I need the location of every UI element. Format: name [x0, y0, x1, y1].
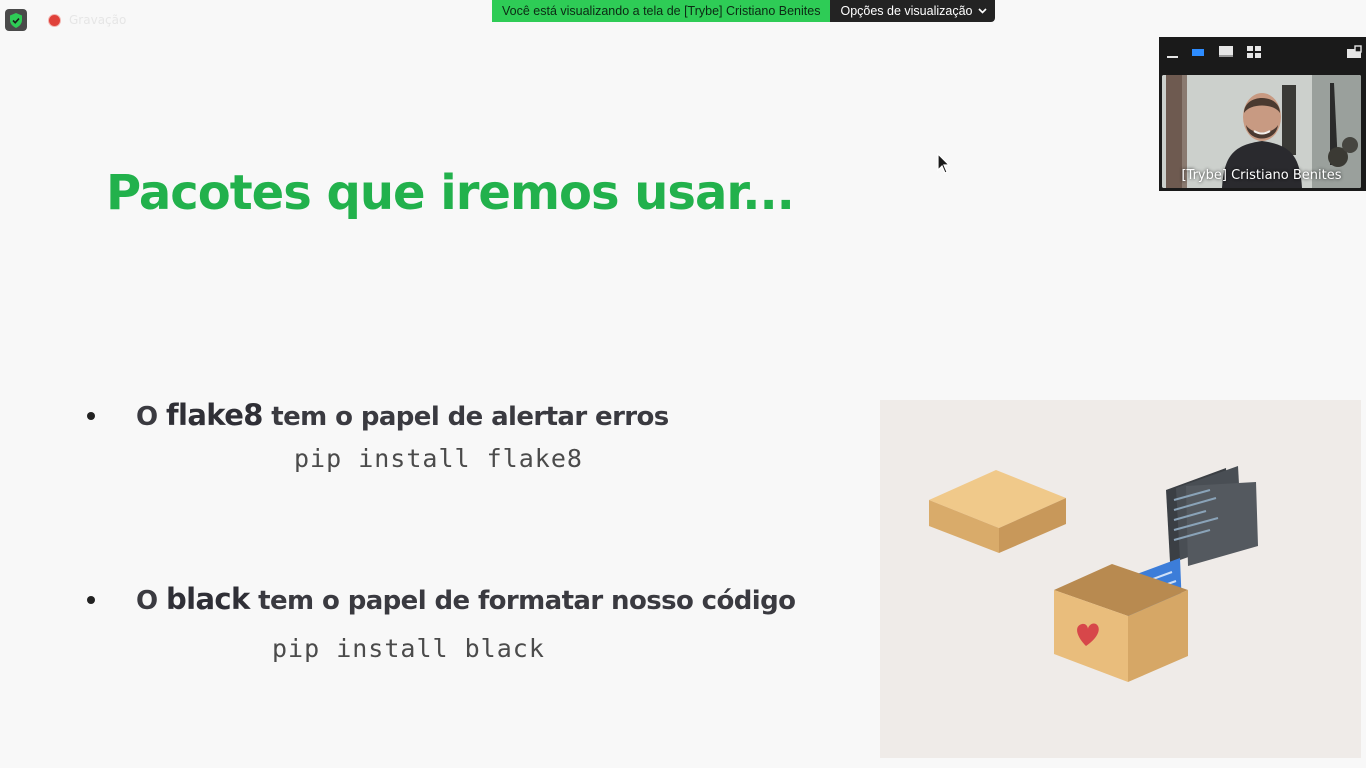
bullet-prefix: O [136, 586, 166, 616]
bullet-keyword: flake8 [165, 398, 263, 432]
bullet-marker-1 [87, 412, 95, 420]
share-notice: Você está visualizando a tela de [Trybe]… [492, 0, 831, 22]
participant-name: [Trybe] Cristiano Benites [1181, 168, 1342, 183]
slide-title: Pacotes que iremos usar... [106, 165, 795, 221]
package-boxes-icon [929, 466, 1258, 682]
view-options-label: Opções de visualização [840, 4, 973, 18]
install-command-black: pip install black [272, 634, 545, 663]
exit-floating-video-icon[interactable] [1346, 45, 1362, 59]
bullet-prefix: O [136, 402, 166, 432]
gallery-single-view-icon[interactable] [1218, 45, 1234, 59]
recording-label: Gravação [69, 13, 127, 27]
participant-video[interactable]: [Trybe] Cristiano Benites [1162, 75, 1361, 188]
view-options-button[interactable]: Opções de visualização [830, 0, 995, 22]
minimize-video-icon[interactable] [1165, 45, 1181, 59]
bullet-marker-2 [87, 596, 95, 604]
chevron-down-icon [977, 8, 987, 14]
video-panel: [Trybe] Cristiano Benites [1159, 37, 1366, 191]
recording-indicator[interactable]: Gravação [48, 12, 126, 28]
gallery-grid-view-icon[interactable] [1246, 45, 1262, 59]
bullet-keyword: black [165, 582, 250, 616]
bullet-suffix: tem o papel de formatar nosso código [249, 586, 796, 616]
bullet-black: O black tem o papel de formatar nosso có… [136, 582, 796, 616]
security-shield-icon[interactable] [5, 9, 27, 31]
packages-illustration [880, 400, 1361, 758]
speaker-view-icon[interactable] [1190, 45, 1206, 59]
recording-dot-icon [48, 13, 61, 27]
mouse-cursor-icon [937, 153, 951, 174]
bullet-flake8: O flake8 tem o papel de alertar erros [136, 398, 669, 432]
shield-check-icon [10, 12, 22, 28]
screen-share-bar: Você está visualizando a tela de [Trybe]… [492, 0, 995, 22]
video-controls [1159, 37, 1366, 67]
install-command-flake8: pip install flake8 [294, 444, 583, 473]
bullet-suffix: tem o papel de alertar erros [262, 402, 669, 432]
